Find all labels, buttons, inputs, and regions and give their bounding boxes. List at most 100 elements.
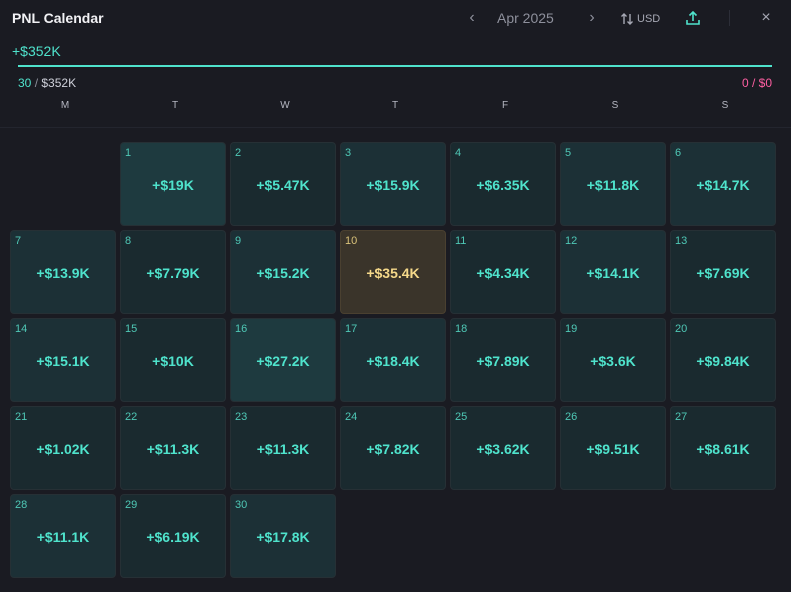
day-number: 4 [455, 147, 462, 159]
day-pnl-value: +$14.1K [586, 265, 640, 281]
day-pnl-value: +$15.9K [366, 177, 420, 193]
calendar-day-cell[interactable]: 19 +$3.6K [560, 318, 666, 402]
current-month: Apr 2025 [497, 10, 554, 26]
calendar-day-cell[interactable]: 27 +$8.61K [670, 406, 776, 490]
calendar-day-cell[interactable]: 3 +$15.9K [340, 142, 446, 226]
day-number: 11 [455, 235, 467, 247]
calendar-day-cell[interactable]: 12 +$14.1K [560, 230, 666, 314]
day-pnl-value: +$17.8K [256, 529, 310, 545]
day-pnl-value: +$27.2K [256, 353, 310, 369]
chevron-left-icon: ‹ [469, 9, 475, 26]
day-pnl-value: +$11.1K [36, 529, 90, 545]
total-pnl: +$352K [12, 43, 61, 59]
day-number: 16 [235, 323, 248, 335]
weekday-label: M [60, 100, 70, 111]
day-pnl-value: +$35.4K [366, 265, 420, 281]
calendar-day-cell[interactable]: 18 +$7.89K [450, 318, 556, 402]
day-number: 7 [15, 235, 22, 247]
header-divider [729, 10, 730, 26]
sort-arrows-icon [621, 13, 633, 25]
calendar-day-cell[interactable]: 23 +$11.3K [230, 406, 336, 490]
currency-label: USD [637, 13, 661, 25]
header-divider-line [0, 127, 791, 128]
day-number: 10 [345, 235, 358, 247]
day-number: 27 [675, 411, 688, 423]
calendar-day-cell[interactable]: 24 +$7.82K [340, 406, 446, 490]
day-pnl-value: +$11.8K [586, 177, 640, 193]
day-pnl-value: +$14.7K [696, 177, 750, 193]
calendar-day-cell[interactable]: 9 +$15.2K [230, 230, 336, 314]
day-pnl-value: +$15.2K [256, 265, 310, 281]
weekday-header: MTWTFSS [10, 100, 780, 116]
next-month-button[interactable]: › [584, 9, 600, 27]
day-number: 29 [125, 499, 138, 511]
calendar-day-cell[interactable]: 6 +$14.7K [670, 142, 776, 226]
day-number: 14 [15, 323, 28, 335]
close-icon: × [761, 9, 771, 26]
calendar-day-cell[interactable]: 15 +$10K [120, 318, 226, 402]
day-pnl-value: +$1.02K [36, 441, 90, 457]
calendar-day-cell[interactable]: 21 +$1.02K [10, 406, 116, 490]
negative-days-count: 0 [741, 76, 749, 90]
calendar-day-cell[interactable]: 30 +$17.8K [230, 494, 336, 578]
calendar-day-cell[interactable]: 28 +$11.1K [10, 494, 116, 578]
day-number: 21 [15, 411, 28, 423]
chevron-right-icon: › [589, 9, 595, 26]
day-pnl-value: +$11.3K [146, 441, 200, 457]
weekday-label: S [721, 100, 729, 111]
day-pnl-value: +$18.4K [366, 353, 420, 369]
day-pnl-value: +$3.6K [590, 353, 636, 369]
previous-month-button[interactable]: ‹ [464, 9, 480, 27]
calendar-day-cell[interactable]: 17 +$18.4K [340, 318, 446, 402]
calendar-day-cell[interactable]: 11 +$4.34K [450, 230, 556, 314]
day-number: 22 [125, 411, 138, 423]
weekday-label: T [171, 100, 179, 111]
calendar-day-cell[interactable]: 16 +$27.2K [230, 318, 336, 402]
calendar-day-cell[interactable]: 22 +$11.3K [120, 406, 226, 490]
day-number: 17 [345, 323, 358, 335]
weekday-label: W [280, 100, 290, 111]
weekday-label: T [391, 100, 399, 111]
day-number: 30 [235, 499, 248, 511]
calendar-day-cell[interactable]: 10 +$35.4K [340, 230, 446, 314]
share-button[interactable] [684, 9, 702, 27]
calendar-day-cell[interactable]: 1 +$19K [120, 142, 226, 226]
calendar-day-cell[interactable]: 25 +$3.62K [450, 406, 556, 490]
day-pnl-value: +$6.35K [476, 177, 530, 193]
day-pnl-value: +$15.1K [36, 353, 90, 369]
calendar-day-cell[interactable]: 20 +$9.84K [670, 318, 776, 402]
calendar-day-cell[interactable]: 8 +$7.79K [120, 230, 226, 314]
negative-days-stat: 0 / $0 [741, 76, 772, 90]
positive-days-amount: $352K [41, 76, 77, 90]
day-number: 23 [235, 411, 248, 423]
calendar-day-cell[interactable]: 4 +$6.35K [450, 142, 556, 226]
day-number: 25 [455, 411, 468, 423]
page-title: PNL Calendar [12, 10, 104, 26]
share-upload-icon [686, 10, 700, 25]
calendar-day-cell[interactable]: 29 +$6.19K [120, 494, 226, 578]
day-number: 3 [345, 147, 352, 159]
day-pnl-value: +$5.47K [256, 177, 310, 193]
day-number: 18 [455, 323, 468, 335]
calendar-day-cell[interactable]: 7 +$13.9K [10, 230, 116, 314]
calendar-day-cell[interactable]: 14 +$15.1K [10, 318, 116, 402]
positive-days-stat: 30 / $352K [18, 76, 77, 90]
day-pnl-value: +$7.69K [696, 265, 750, 281]
day-number: 19 [565, 323, 578, 335]
day-number: 20 [675, 323, 688, 335]
calendar-day-cell[interactable]: 26 +$9.51K [560, 406, 666, 490]
day-pnl-value: +$4.34K [476, 265, 530, 281]
day-number: 26 [565, 411, 578, 423]
pnl-progress-bar [18, 65, 772, 67]
weekday-label: S [611, 100, 619, 111]
negative-days-amount: $0 [758, 76, 772, 90]
calendar-day-cell[interactable]: 5 +$11.8K [560, 142, 666, 226]
day-number: 15 [125, 323, 138, 335]
close-button[interactable]: × [756, 8, 776, 28]
calendar-day-cell[interactable]: 13 +$7.69K [670, 230, 776, 314]
day-pnl-value: +$10K [152, 353, 194, 369]
calendar-day-cell[interactable]: 2 +$5.47K [230, 142, 336, 226]
day-pnl-value: +$7.82K [366, 441, 420, 457]
currency-toggle[interactable]: USD [620, 10, 660, 28]
day-number: 24 [345, 411, 358, 423]
